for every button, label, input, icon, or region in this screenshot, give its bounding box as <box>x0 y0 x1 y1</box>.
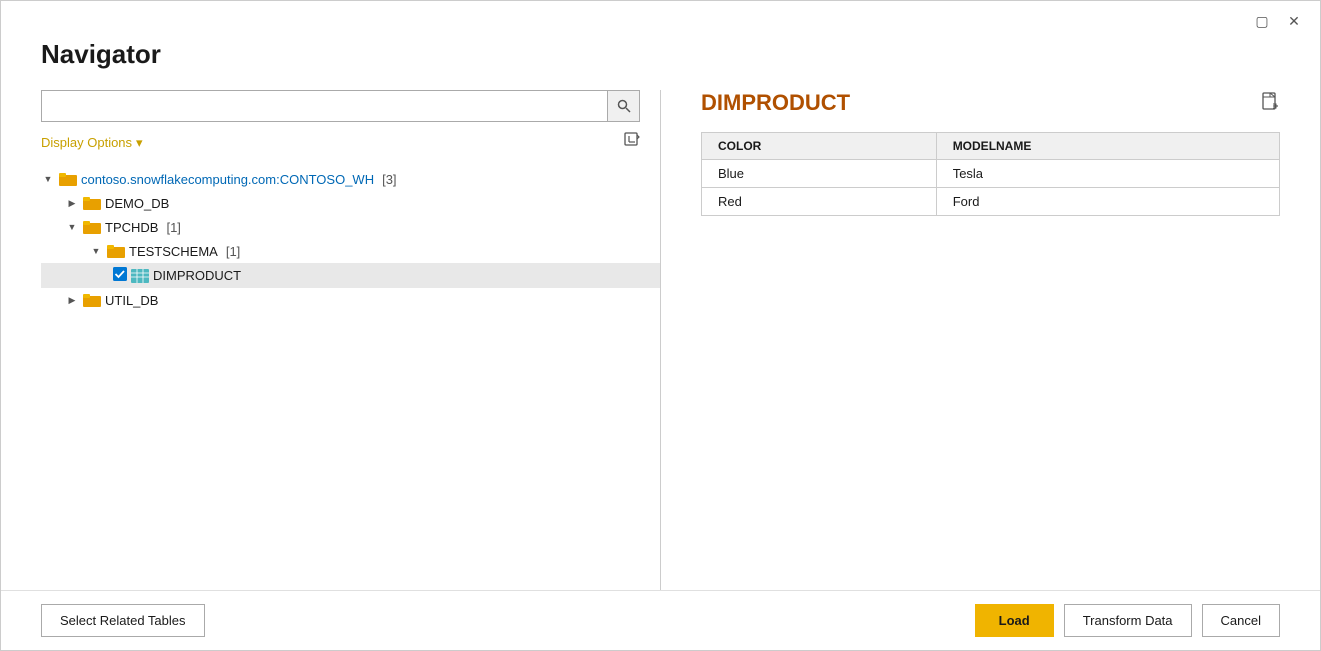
preview-title: DIMPRODUCT <box>701 90 850 116</box>
root-node-label: contoso.snowflakecomputing.com:CONTOSO_W… <box>81 172 374 187</box>
cancel-button[interactable]: Cancel <box>1202 604 1280 637</box>
tree-node-dimproduct[interactable]: DIMPRODUCT <box>41 263 660 288</box>
title-bar: ▢ ✕ <box>1 1 1320 31</box>
right-panel: DIMPRODUCT COLOR MODELNAME <box>661 90 1320 621</box>
chevron-collapsed-icon: ▶ <box>65 196 79 210</box>
table-row: Blue Tesla <box>702 160 1280 188</box>
tree-node-demo-db[interactable]: ▶ DEMO_DB <box>41 191 660 215</box>
footer-left: Select Related Tables <box>41 604 205 637</box>
col-header-modelname: MODELNAME <box>936 133 1279 160</box>
tree-area: ▼ contoso.snowflakecomputing.com:CONTOSO… <box>41 167 660 621</box>
table-icon <box>131 268 149 284</box>
preview-export-button[interactable] <box>1260 91 1280 116</box>
transform-data-button[interactable]: Transform Data <box>1064 604 1192 637</box>
demo-db-label: DEMO_DB <box>105 196 169 211</box>
search-icon <box>617 99 631 113</box>
cell-modelname-2: Ford <box>936 188 1279 216</box>
tpchdb-badge: [1] <box>166 220 180 235</box>
table-row: Red Ford <box>702 188 1280 216</box>
left-panel: Display Options ▾ ▼ <box>1 90 661 621</box>
search-button[interactable] <box>608 90 640 122</box>
display-options-button[interactable]: Display Options ▾ <box>41 135 143 151</box>
content-area: Display Options ▾ ▼ <box>1 90 1320 621</box>
page-title: Navigator <box>1 31 1320 90</box>
refresh-icon <box>624 132 640 148</box>
folder-icon <box>83 292 101 308</box>
display-options-label: Display Options <box>41 135 132 150</box>
testschema-badge: [1] <box>226 244 240 259</box>
footer-right: Load Transform Data Cancel <box>975 604 1280 637</box>
cell-modelname-1: Tesla <box>936 160 1279 188</box>
folder-icon <box>59 171 77 187</box>
search-bar-row <box>41 90 660 122</box>
preview-table: COLOR MODELNAME Blue Tesla Red Ford <box>701 132 1280 216</box>
tree-node-util-db[interactable]: ▶ UTIL_DB <box>41 288 660 312</box>
close-button[interactable]: ✕ <box>1284 11 1304 31</box>
display-options-row: Display Options ▾ <box>41 132 660 153</box>
load-button[interactable]: Load <box>975 604 1054 637</box>
checkbox-checked-icon[interactable] <box>113 267 127 284</box>
chevron-expanded-icon: ▼ <box>89 244 103 258</box>
export-icon <box>1260 91 1280 111</box>
tree-node-tpchdb[interactable]: ▼ TPCHDB [1] <box>41 215 660 239</box>
util-db-label: UTIL_DB <box>105 293 158 308</box>
folder-icon <box>107 243 125 259</box>
chevron-expanded-icon: ▼ <box>41 172 55 186</box>
folder-icon <box>83 195 101 211</box>
refresh-button[interactable] <box>624 132 640 153</box>
preview-header: DIMPRODUCT <box>701 90 1280 116</box>
tree-node-testschema[interactable]: ▼ TESTSCHEMA [1] <box>41 239 660 263</box>
minimize-button[interactable]: ▢ <box>1252 11 1272 31</box>
dimproduct-label: DIMPRODUCT <box>153 268 241 283</box>
tpchdb-label: TPCHDB <box>105 220 158 235</box>
chevron-expanded-icon: ▼ <box>65 220 79 234</box>
tree-node-root[interactable]: ▼ contoso.snowflakecomputing.com:CONTOSO… <box>41 167 660 191</box>
search-input[interactable] <box>41 90 608 122</box>
select-related-button[interactable]: Select Related Tables <box>41 604 205 637</box>
footer: Select Related Tables Load Transform Dat… <box>1 590 1320 650</box>
chevron-down-icon: ▾ <box>136 135 143 151</box>
folder-icon <box>83 219 101 235</box>
cell-color-1: Blue <box>702 160 937 188</box>
cell-color-2: Red <box>702 188 937 216</box>
testschema-label: TESTSCHEMA <box>129 244 218 259</box>
col-header-color: COLOR <box>702 133 937 160</box>
root-node-badge: [3] <box>382 172 396 187</box>
chevron-collapsed-icon: ▶ <box>65 293 79 307</box>
